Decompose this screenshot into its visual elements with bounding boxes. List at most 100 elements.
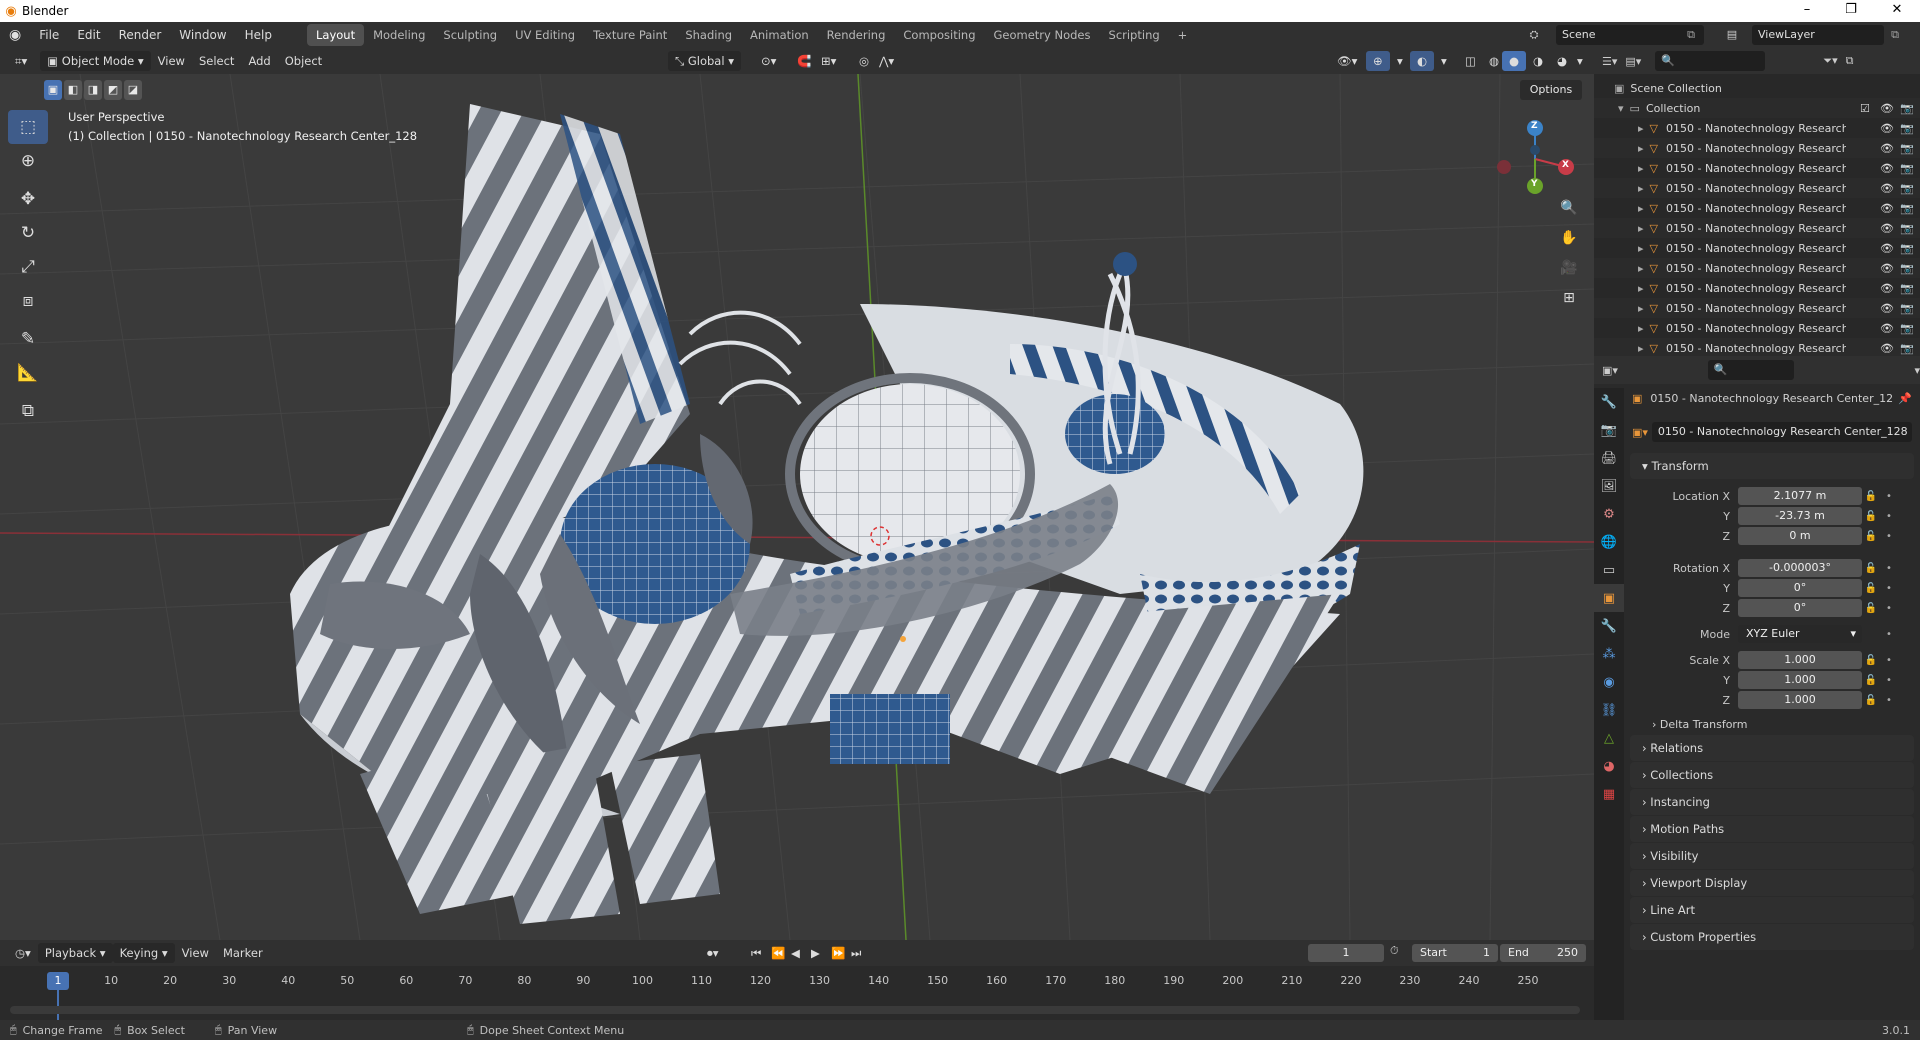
select-box-tool-icon[interactable]: ⬚ bbox=[8, 110, 48, 144]
object-camera-icon[interactable]: 📷 bbox=[1900, 182, 1914, 195]
minimize-button[interactable]: – bbox=[1784, 0, 1830, 22]
outliner-search-input[interactable]: 🔍 bbox=[1655, 51, 1766, 71]
camera-view-icon[interactable]: 🎥 bbox=[1555, 254, 1583, 282]
view-layer-icon[interactable]: ▤ bbox=[1722, 25, 1742, 45]
object-camera-icon[interactable]: 📷 bbox=[1900, 342, 1914, 355]
tab-rendering[interactable]: Rendering bbox=[818, 24, 895, 46]
lock-icon[interactable]: 🔓 bbox=[1862, 491, 1880, 502]
object-camera-icon[interactable]: 📷 bbox=[1900, 142, 1914, 155]
current-frame-field[interactable]: 1 bbox=[1308, 944, 1384, 962]
ortho-grid-icon[interactable]: ⊞ bbox=[1555, 284, 1583, 312]
outliner-object-row[interactable]: ▸ ▽ 0150 - Nanotechnology Research Center_… bbox=[1594, 278, 1920, 298]
new-collection-icon[interactable]: ⧉ bbox=[1846, 54, 1854, 68]
rotation-mode-dropdown[interactable]: XYZ Euler ▾ bbox=[1738, 625, 1862, 643]
modifier-tab-icon[interactable]: 🔧 bbox=[1594, 612, 1624, 640]
outliner-object-row[interactable]: ▸ ▽ 0150 - Nanotechnology Research Center_… bbox=[1594, 318, 1920, 338]
outliner-object-row[interactable]: ▸ ▽ 0150 - Nanotechnology Research Center_… bbox=[1594, 158, 1920, 178]
pan-hand-icon[interactable]: ✋ bbox=[1555, 224, 1583, 252]
panel-header[interactable]: › Relations bbox=[1630, 735, 1914, 761]
lock-icon[interactable]: 🔓 bbox=[1862, 675, 1880, 686]
move-tool-icon[interactable]: ✥ bbox=[8, 182, 48, 216]
new-scene-icon[interactable]: ⧉ bbox=[1682, 25, 1700, 45]
expand-arrow-icon[interactable]: ▸ bbox=[1638, 162, 1644, 175]
object-camera-icon[interactable]: 📷 bbox=[1900, 262, 1914, 275]
tab-texture-paint[interactable]: Texture Paint bbox=[584, 24, 676, 46]
timeline-menu-view[interactable]: View bbox=[175, 943, 216, 963]
pivot-icon[interactable]: ⊙▾ bbox=[754, 51, 783, 71]
output-tab-icon[interactable]: 🖨 bbox=[1594, 444, 1624, 472]
outliner-object-row[interactable]: ▸ ▽ 0150 - Nanotechnology Research Center_… bbox=[1594, 178, 1920, 198]
object-camera-icon[interactable]: 📷 bbox=[1900, 202, 1914, 215]
outliner-object-row[interactable]: ▸ ▽ 0150 - Nanotechnology Research Center_… bbox=[1594, 118, 1920, 138]
options-dropdown[interactable]: Options bbox=[1520, 80, 1582, 100]
add-cube-tool-icon[interactable]: ⧉ bbox=[8, 394, 48, 428]
tab-modeling[interactable]: Modeling bbox=[364, 24, 434, 46]
object-eye-icon[interactable]: 👁 bbox=[1880, 242, 1894, 255]
tab-geometry-nodes[interactable]: Geometry Nodes bbox=[985, 24, 1100, 46]
object-name-field[interactable]: 0150 - Nanotechnology Research Center_12… bbox=[1651, 422, 1912, 442]
object-type-icon[interactable]: ▣▾ bbox=[1632, 426, 1648, 439]
physics-tab-icon[interactable]: ◉ bbox=[1594, 668, 1624, 696]
rotation-z-field[interactable]: 0° bbox=[1738, 599, 1862, 617]
timeline-editor-icon[interactable]: ◷▾ bbox=[8, 943, 38, 963]
keying-dropdown[interactable]: Keying ▾ bbox=[112, 943, 175, 963]
outliner-editor-icon[interactable]: ☰▾ bbox=[1602, 55, 1617, 68]
falloff-icon[interactable]: ⋀▾ bbox=[872, 51, 901, 71]
object-eye-icon[interactable]: 👁 bbox=[1880, 162, 1894, 175]
expand-arrow-icon[interactable]: ▸ bbox=[1638, 142, 1644, 155]
transform-tool-icon[interactable]: ⧈ bbox=[8, 284, 48, 318]
object-eye-icon[interactable]: 👁 bbox=[1880, 262, 1894, 275]
gizmo-dropdown-icon[interactable]: ▾ bbox=[1390, 51, 1410, 71]
editor-type-icon[interactable]: ⌗▾ bbox=[8, 51, 34, 71]
object-eye-icon[interactable]: 👁 bbox=[1880, 202, 1894, 215]
properties-editor-icon[interactable]: ▣▾ bbox=[1602, 364, 1618, 377]
new-view-layer-icon[interactable]: ⧉ bbox=[1886, 25, 1904, 45]
scale-tool-icon[interactable]: ⤢ bbox=[8, 250, 48, 284]
outliner-object-row[interactable]: ▸ ▽ 0150 - Nanotechnology Research Center_… bbox=[1594, 238, 1920, 258]
select-intersect-icon[interactable]: ◪ bbox=[124, 80, 142, 100]
menu-render[interactable]: Render bbox=[110, 22, 171, 48]
select-subtract-icon[interactable]: ◨ bbox=[84, 80, 102, 100]
expand-arrow-icon[interactable]: ▸ bbox=[1638, 282, 1644, 295]
expand-arrow-icon[interactable]: ▸ bbox=[1638, 342, 1644, 355]
rotate-tool-icon[interactable]: ↻ bbox=[8, 216, 48, 250]
maximize-button[interactable]: ❐ bbox=[1828, 0, 1874, 22]
rotation-x-field[interactable]: -0.000003° bbox=[1738, 559, 1862, 577]
properties-options-icon[interactable]: ▾ bbox=[1914, 364, 1920, 377]
keyframe-dot-icon[interactable]: • bbox=[1880, 675, 1898, 686]
location-x-field[interactable]: 2.1077 m bbox=[1738, 487, 1862, 505]
tab-uv-editing[interactable]: UV Editing bbox=[506, 24, 584, 46]
particles-tab-icon[interactable]: ⁂ bbox=[1594, 640, 1624, 668]
playback-dropdown[interactable]: Playback ▾ bbox=[37, 943, 113, 963]
object-camera-icon[interactable]: 📷 bbox=[1900, 302, 1914, 315]
collection-camera-icon[interactable]: 📷 bbox=[1900, 102, 1914, 115]
object-eye-icon[interactable]: 👁 bbox=[1880, 342, 1894, 355]
menu-view[interactable]: View bbox=[151, 51, 192, 71]
object-camera-icon[interactable]: 📷 bbox=[1900, 282, 1914, 295]
pin-icon[interactable]: 📌 bbox=[1898, 392, 1912, 405]
expand-arrow-icon[interactable]: ▾ bbox=[1618, 102, 1624, 115]
scene-collection-row[interactable]: ▣ Scene Collection bbox=[1594, 78, 1920, 98]
menu-object[interactable]: Object bbox=[278, 51, 329, 71]
expand-arrow-icon[interactable]: ▸ bbox=[1638, 262, 1644, 275]
panel-header[interactable]: › Instancing bbox=[1630, 789, 1914, 815]
world-tab-icon[interactable]: 🌐 bbox=[1594, 528, 1624, 556]
cursor-tool-icon[interactable]: ⊕ bbox=[8, 144, 48, 178]
expand-arrow-icon[interactable]: ▸ bbox=[1638, 202, 1644, 215]
lock-icon[interactable]: 🔓 bbox=[1862, 511, 1880, 522]
properties-search-input[interactable]: 🔍 bbox=[1707, 360, 1795, 380]
outliner-object-row[interactable]: ▸ ▽ 0150 - Nanotechnology Research Center_… bbox=[1594, 298, 1920, 318]
tab-sculpting[interactable]: Sculpting bbox=[434, 24, 506, 46]
material-tab-icon[interactable]: ◕ bbox=[1594, 752, 1624, 780]
menu-edit[interactable]: Edit bbox=[68, 22, 109, 48]
lock-icon[interactable]: 🔓 bbox=[1862, 655, 1880, 666]
object-camera-icon[interactable]: 📷 bbox=[1900, 122, 1914, 135]
collection-tab-icon[interactable]: ▭ bbox=[1594, 556, 1624, 584]
lock-icon[interactable]: 🔓 bbox=[1862, 583, 1880, 594]
overlays-toggle-icon[interactable]: ◐ bbox=[1410, 51, 1435, 71]
snap-target-icon[interactable]: ⊞▾ bbox=[814, 51, 843, 71]
end-frame-field[interactable]: End 250 bbox=[1500, 944, 1586, 962]
expand-arrow-icon[interactable]: ▸ bbox=[1638, 302, 1644, 315]
menu-file[interactable]: File bbox=[30, 22, 68, 48]
object-eye-icon[interactable]: 👁 bbox=[1880, 142, 1894, 155]
